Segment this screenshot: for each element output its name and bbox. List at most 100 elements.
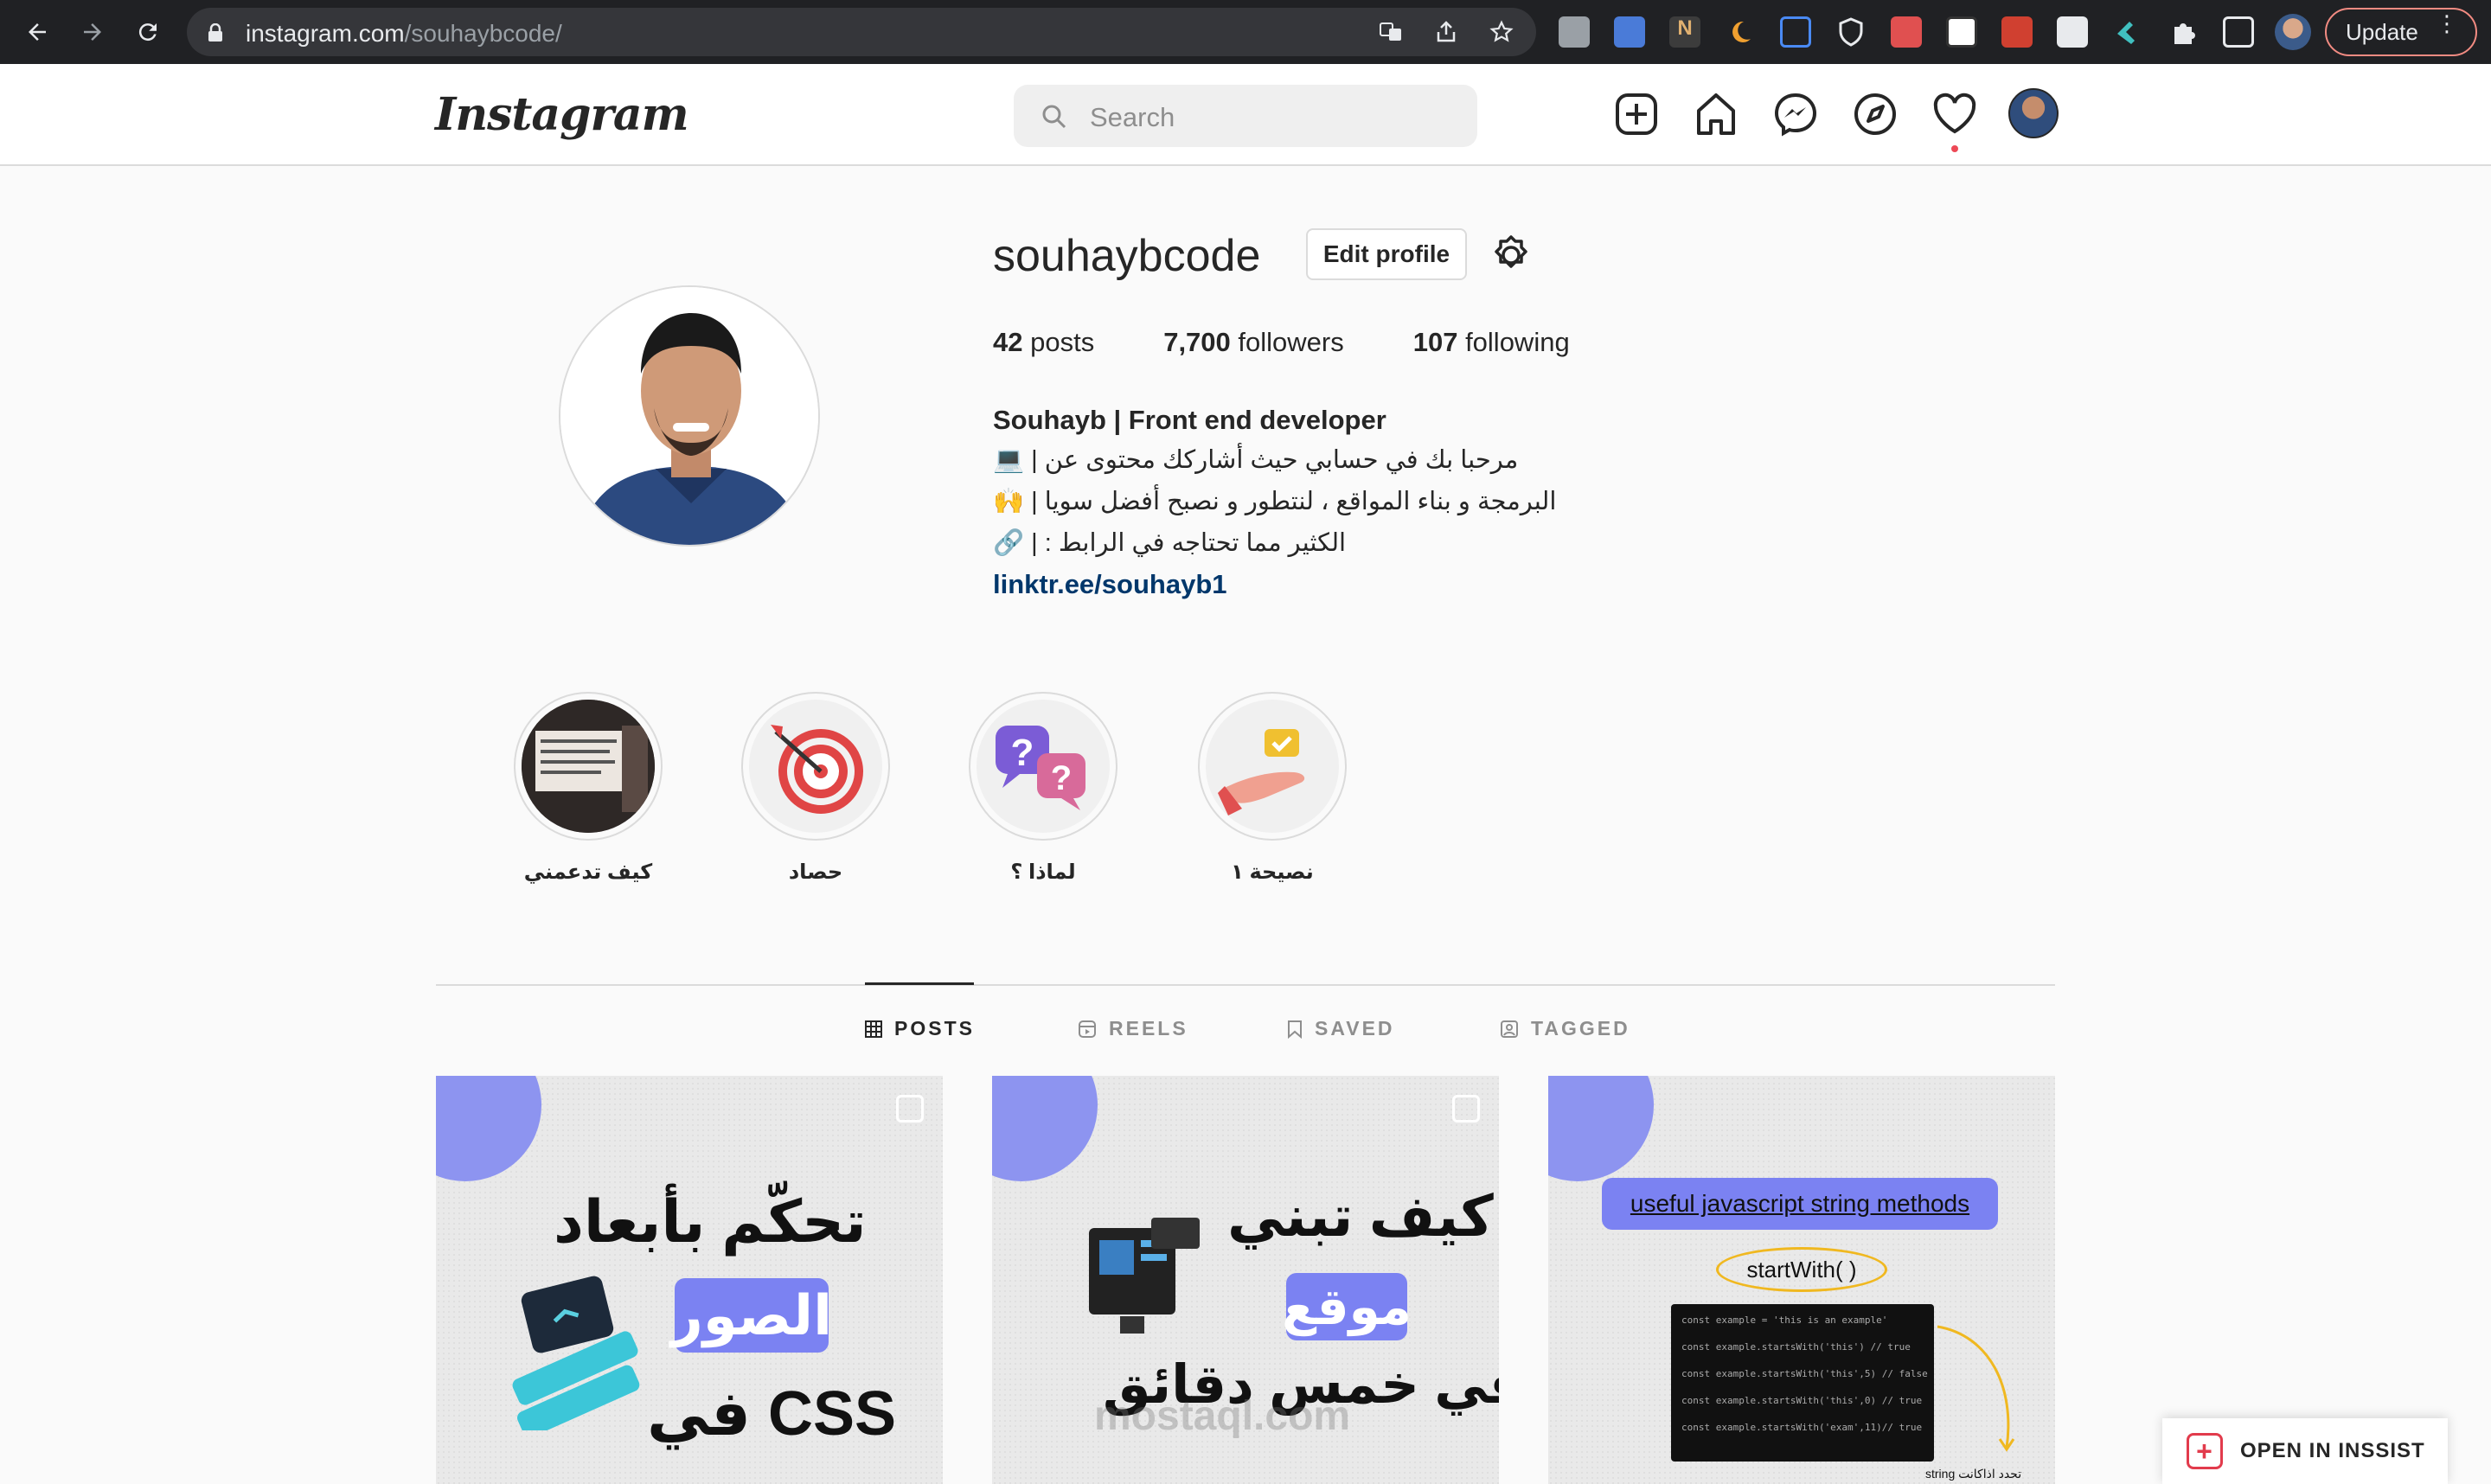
tabs-divider <box>436 984 2055 986</box>
tab-tagged[interactable]: TAGGED <box>1500 1017 1630 1040</box>
settings-gear-icon[interactable] <box>1489 233 1533 277</box>
highlight-label: كيف تدعمني <box>523 860 653 884</box>
arrow-right-icon <box>84 23 101 41</box>
header-avatar[interactable] <box>2008 88 2059 138</box>
profile-username: souhaybcode <box>993 231 1261 281</box>
post-decor-circle <box>436 1076 541 1181</box>
translate-icon[interactable] <box>1379 20 1403 44</box>
instagram-logo[interactable]: Instagram <box>435 88 689 141</box>
post-highlight-pill: الصور <box>671 1278 832 1353</box>
star-icon[interactable] <box>1489 20 1514 44</box>
extension-shield-icon[interactable] <box>1835 16 1867 48</box>
bio-line: 💻 | مرحبا بك في حسابي حيث أشاركك محتوى ع… <box>993 446 1519 474</box>
post-note: string تحدد اذاكانت <box>1925 1467 2022 1481</box>
followers-label: followers <box>1230 327 1344 357</box>
extension-bird-icon[interactable] <box>2112 16 2143 48</box>
code-line: const example.startsWith('this',5) // fa… <box>1681 1368 1928 1379</box>
tab-label: REELS <box>1109 1017 1188 1039</box>
open-in-inssist-button[interactable]: + OPEN IN INSSIST <box>2162 1418 2448 1484</box>
messenger-icon[interactable] <box>1771 90 1820 138</box>
extension-monitor-icon[interactable] <box>1780 16 1811 48</box>
bio-line: 🔗 | : الكثير مما تحتاجه في الرابط <box>993 529 1347 557</box>
carousel-icon <box>896 1095 924 1123</box>
bio-link[interactable]: linktr.ee/souhayb1 <box>993 569 1227 600</box>
update-label: Update <box>2346 18 2418 45</box>
highlight-label: لماذا ؟ <box>1010 860 1076 884</box>
reload-button[interactable] <box>131 16 164 48</box>
following-count[interactable]: 107 following <box>1413 327 1570 358</box>
post-decor-circle <box>992 1076 1098 1181</box>
hand-badge-icon <box>1218 729 1305 816</box>
url-text: instagram.com/souhaybcode/ <box>246 20 562 47</box>
menu-dots-icon: ⋮ <box>2436 10 2458 36</box>
highlight-ring <box>1198 692 1347 841</box>
search-input[interactable]: Search <box>1014 85 1477 147</box>
share-icon[interactable] <box>1434 20 1458 44</box>
search-placeholder: Search <box>1090 102 1175 132</box>
new-post-icon[interactable] <box>1612 90 1661 138</box>
puzzle-icon[interactable] <box>2168 16 2199 48</box>
browser-toolbar: instagram.com/souhaybcode/ N Update ⋮ <box>0 0 2491 64</box>
ig-header: Instagram Search <box>0 64 2491 166</box>
extension-youtube-icon[interactable] <box>1559 16 1590 48</box>
reels-icon <box>1079 1020 1096 1038</box>
extension-notion-icon[interactable] <box>1946 16 1977 48</box>
profile-photo <box>560 287 818 545</box>
notification-dot <box>1951 145 1958 152</box>
following-label: following <box>1457 327 1570 357</box>
extension-upload-icon[interactable] <box>1891 16 1922 48</box>
post-highlight-pill: موقع <box>1282 1273 1412 1340</box>
profile-picture[interactable] <box>559 285 820 547</box>
posts-count[interactable]: 42 posts <box>993 327 1094 358</box>
search-icon <box>1042 105 1066 129</box>
highlight-item[interactable]: كيف تدعمني <box>514 692 663 885</box>
post-tile[interactable]: تحكّم بأبعاد الصور في CSS <box>436 1076 943 1484</box>
post-tile[interactable]: useful javascript string methods startWi… <box>1548 1076 2055 1484</box>
posts-number: 42 <box>993 327 1023 357</box>
inssist-label: OPEN IN INSSIST <box>2240 1439 2425 1462</box>
code-blocks-illustration <box>512 1276 640 1430</box>
highlight-item[interactable]: ?? لماذا ؟ <box>969 692 1117 885</box>
chrome-profile-avatar[interactable] <box>2275 14 2311 50</box>
highlight-ring <box>741 692 890 841</box>
side-panel-icon[interactable] <box>2223 16 2254 48</box>
bio-name: Souhayb | Front end developer <box>993 405 1386 435</box>
lock-icon <box>208 23 222 42</box>
forward-button[interactable] <box>76 16 109 48</box>
post-decor-circle <box>1548 1076 1654 1181</box>
highlight-cover <box>1206 700 1339 833</box>
extension-off-icon[interactable] <box>2001 16 2033 48</box>
highlight-label: حصاد <box>788 860 843 884</box>
extension-moon-icon[interactable] <box>1725 16 1756 48</box>
home-icon[interactable] <box>1692 90 1740 138</box>
inssist-plus-icon: + <box>2187 1433 2223 1469</box>
tab-posts[interactable]: POSTS <box>865 1017 975 1040</box>
back-button[interactable] <box>21 16 54 48</box>
heart-icon[interactable] <box>1931 90 1979 138</box>
highlight-item[interactable]: حصاد <box>741 692 890 885</box>
post-title-line: كيف تبني <box>1227 1184 1494 1248</box>
svg-text:?: ? <box>1011 732 1034 774</box>
curved-arrow-icon <box>1937 1325 2015 1452</box>
highlight-item[interactable]: نصيحة ١ <box>1198 692 1347 885</box>
post-tile[interactable]: كيف تبني موقع في خمس دقائق mostaql.com <box>992 1076 1499 1484</box>
explore-icon[interactable] <box>1851 90 1899 138</box>
extension-n-icon[interactable]: N <box>1669 16 1700 48</box>
post-title-line: تحكّم بأبعاد <box>554 1189 867 1255</box>
highlight-cover <box>522 700 655 833</box>
code-line: const example.startsWith('this') // true <box>1681 1341 1911 1353</box>
extension-translate-icon[interactable] <box>1614 16 1645 48</box>
code-snippet: const example = 'this is an example' con… <box>1671 1304 1934 1462</box>
update-button[interactable]: Update ⋮ <box>2325 8 2477 56</box>
address-bar[interactable]: instagram.com/souhaybcode/ <box>187 8 1536 56</box>
extension-m-icon[interactable] <box>2057 16 2088 48</box>
active-tab-indicator <box>865 982 974 985</box>
followers-count[interactable]: 7,700 followers <box>1163 327 1344 358</box>
target-icon <box>771 725 863 814</box>
code-line: const example.startsWith('this',0) // tr… <box>1681 1395 1923 1406</box>
tab-reels[interactable]: REELS <box>1078 1017 1188 1040</box>
bookmark-icon <box>1288 1020 1302 1039</box>
edit-profile-button[interactable]: Edit profile <box>1306 228 1467 280</box>
tab-saved[interactable]: SAVED <box>1287 1017 1395 1040</box>
svg-text:?: ? <box>1051 759 1072 797</box>
